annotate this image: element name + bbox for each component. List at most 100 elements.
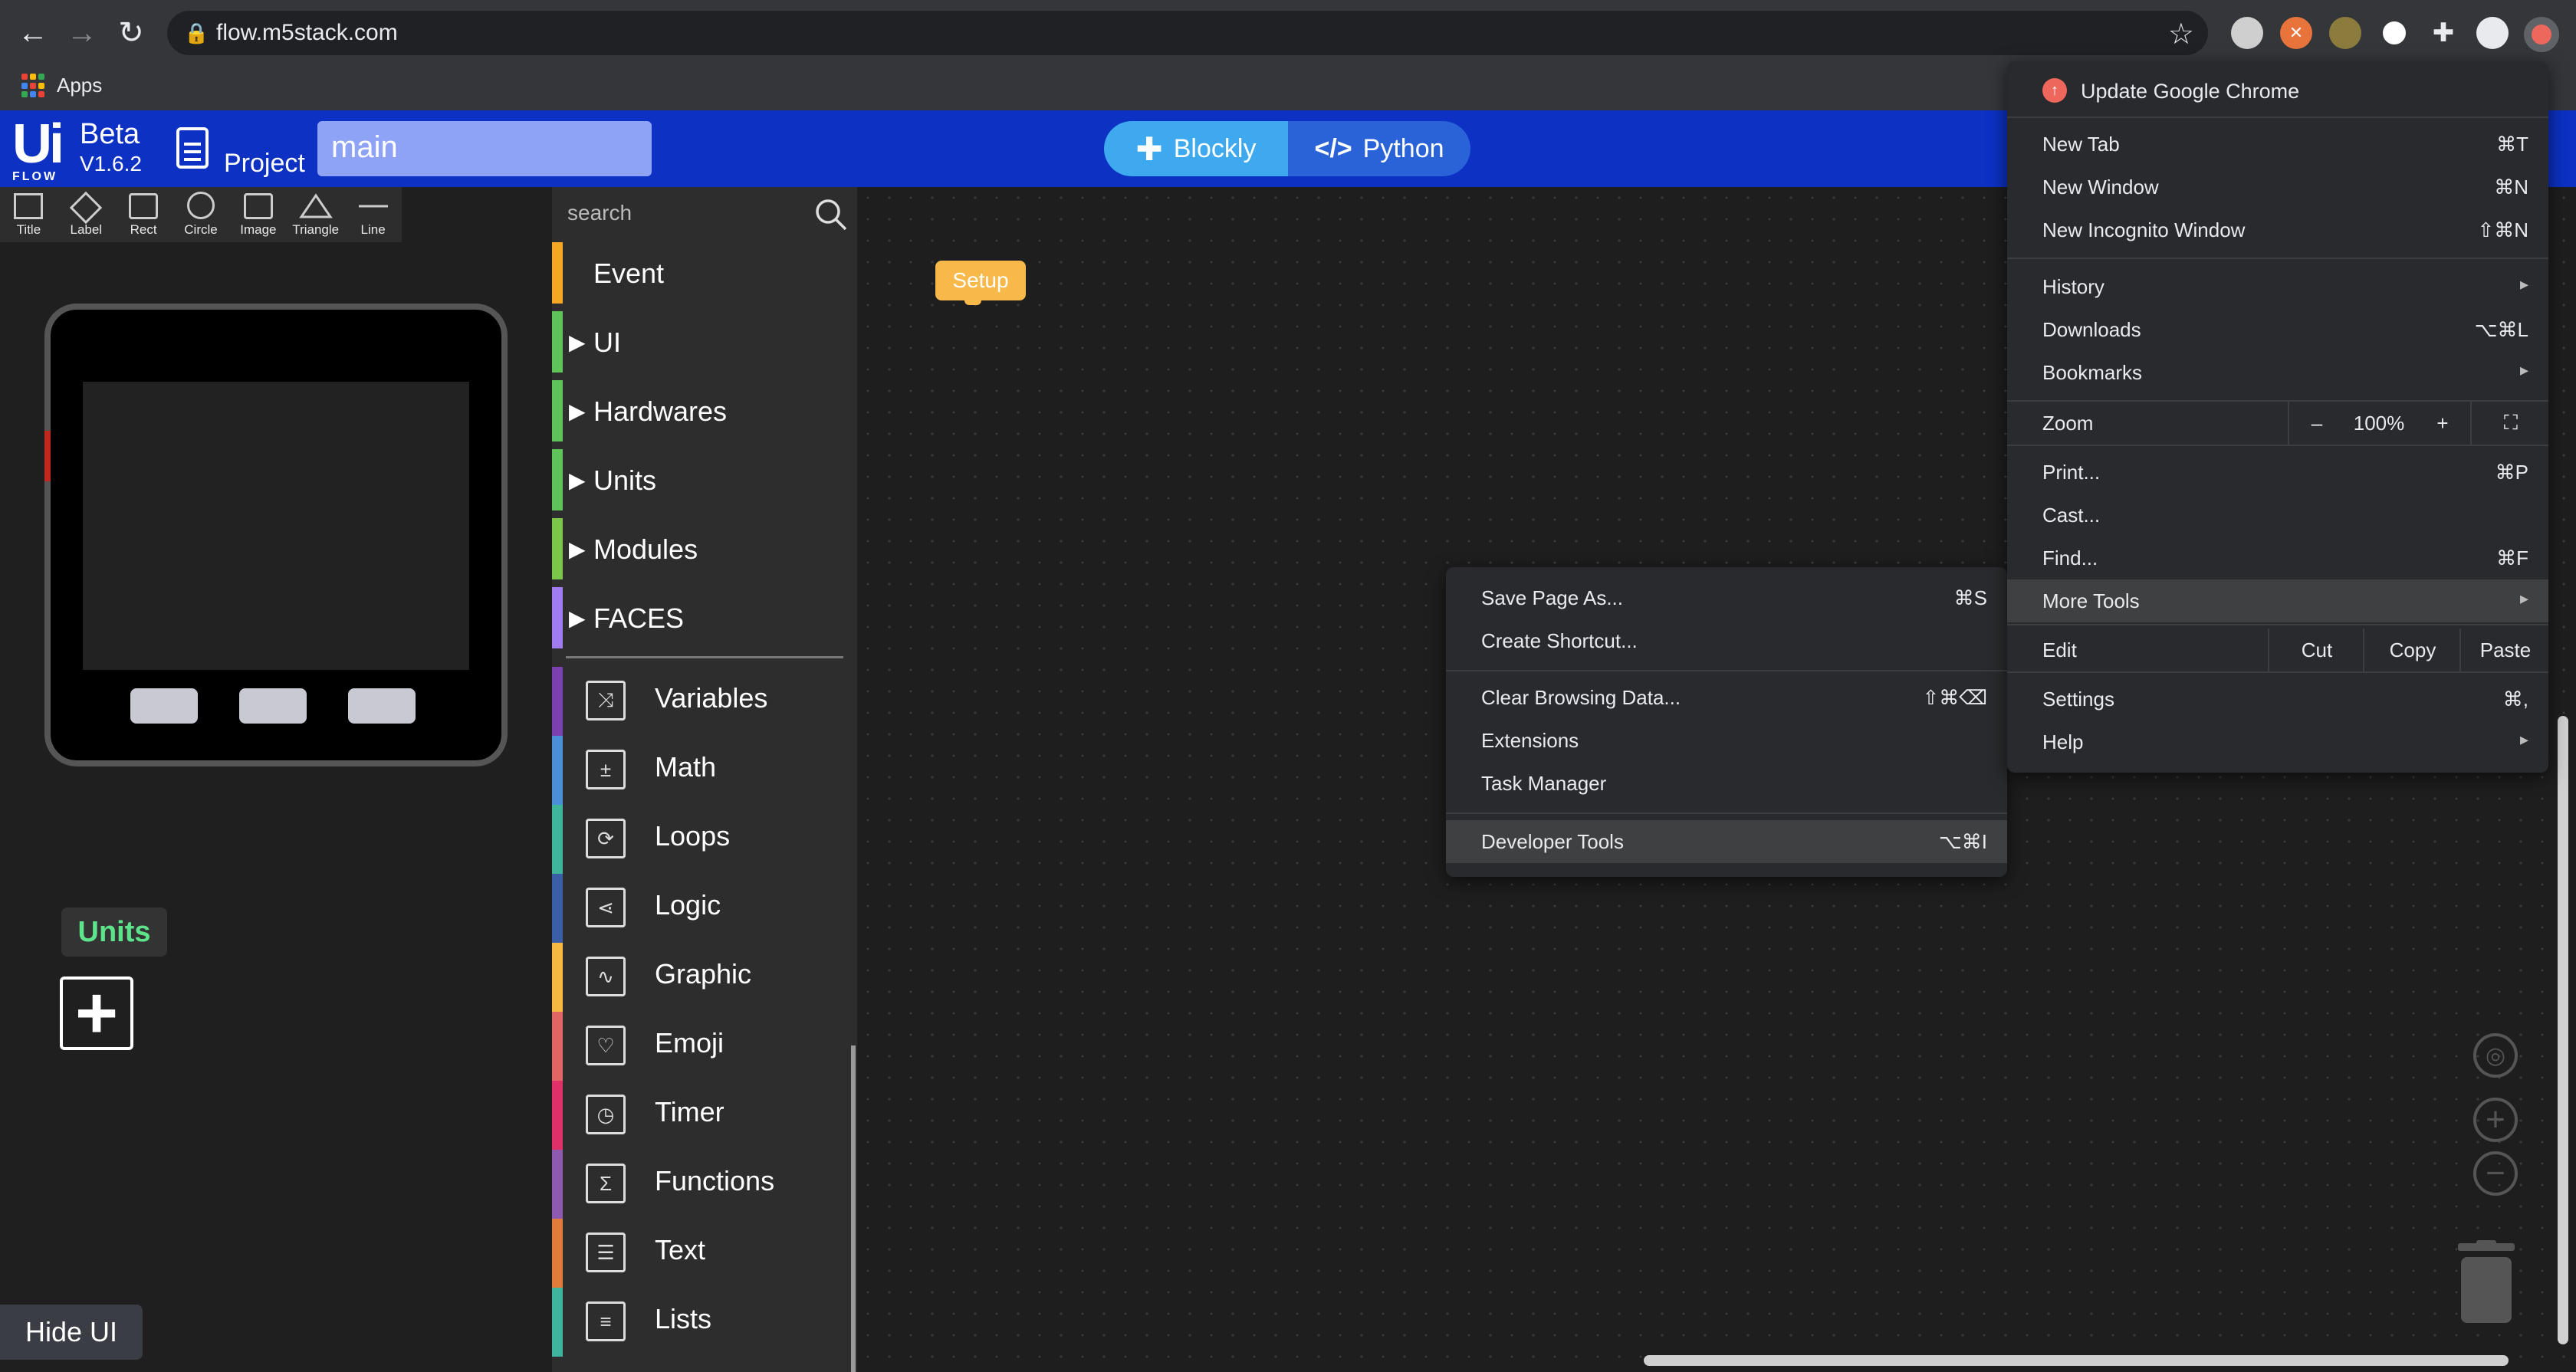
palette-category-variables[interactable]: ⤨ Variables [552, 667, 843, 736]
menu-find[interactable]: Find... ⌘F [2007, 537, 2548, 579]
search-input[interactable]: search [567, 201, 632, 225]
menu-task-manager[interactable]: Task Manager [1446, 762, 2007, 805]
menu-more-tools[interactable]: More Tools ▸ [2007, 579, 2548, 622]
menu-new-window[interactable]: New Window ⌘N [2007, 166, 2548, 208]
hide-ui-button[interactable]: Hide UI [0, 1305, 143, 1360]
device-button-a [130, 688, 198, 724]
python-mode-button[interactable]: </> Python [1288, 121, 1470, 176]
palette-category-modules[interactable]: ▶ Modules [552, 518, 843, 579]
palette-category-timer[interactable]: ◷ Timer [552, 1081, 843, 1150]
clock-icon: ◷ [586, 1095, 626, 1134]
project-name-input[interactable]: main [317, 121, 652, 176]
menu-create-shortcut[interactable]: Create Shortcut... [1446, 619, 2007, 662]
reload-button[interactable]: ↻ [109, 11, 153, 55]
menu-bookmarks[interactable]: Bookmarks ▸ [2007, 351, 2548, 394]
address-bar[interactable]: 🔒 flow.m5stack.com ☆ [167, 11, 2208, 55]
edit-cut-button[interactable]: Cut [2268, 629, 2364, 671]
palette-category-loops[interactable]: ⟳ Loops [552, 805, 843, 874]
tool-triangle[interactable]: Triangle [287, 187, 344, 242]
python-label: Python [1362, 133, 1444, 163]
fullscreen-icon[interactable]: ⛶ [2470, 402, 2550, 445]
tool-rect[interactable]: Rect [115, 187, 172, 242]
palette-category-event[interactable]: Event [552, 242, 843, 304]
chrome-menu-button[interactable] [2524, 17, 2559, 52]
zoom-in-icon[interactable]: + [2473, 1098, 2518, 1142]
menu-update-chrome[interactable]: ↑ Update Google Chrome [2007, 66, 2548, 115]
menu-downloads[interactable]: Downloads ⌥⌘L [2007, 308, 2548, 351]
workspace-v-scrollbar[interactable] [2558, 716, 2568, 1344]
menu-history[interactable]: History ▸ [2007, 265, 2548, 308]
category-label: Event [593, 258, 665, 289]
menu-new-incognito-window[interactable]: New Incognito Window ⇧⌘N [2007, 208, 2548, 251]
zoom-out-button[interactable]: – [2288, 402, 2344, 445]
chevron-right-icon: ▸ [2519, 589, 2528, 608]
menu-print[interactable]: Print... ⌘P [2007, 451, 2548, 494]
palette-category-text[interactable]: ☰ Text [552, 1219, 843, 1288]
palette-category-emoji[interactable]: ♡ Emoji [552, 1012, 843, 1081]
palette-divider [566, 656, 843, 658]
menu-clear-browsing-data[interactable]: Clear Browsing Data... ⇧⌘⌫ [1446, 676, 2007, 719]
project-file-icon[interactable] [176, 127, 209, 169]
menu-save-page-as[interactable]: Save Page As... ⌘S [1446, 576, 2007, 619]
tool-label[interactable]: Label [58, 187, 115, 242]
menu-extensions[interactable]: Extensions [1446, 719, 2007, 762]
menu-settings[interactable]: Settings ⌘, [2007, 678, 2548, 720]
setup-block[interactable]: Setup [935, 261, 1026, 305]
menu-help[interactable]: Help ▸ [2007, 720, 2548, 763]
menu-new-tab[interactable]: New Tab ⌘T [2007, 123, 2548, 166]
palette-category-units[interactable]: ▶ Units [552, 449, 843, 510]
chevron-right-icon: ▸ [2519, 360, 2528, 379]
trash-icon[interactable] [2455, 1240, 2518, 1324]
profile-avatar-icon[interactable] [2476, 17, 2509, 49]
add-unit-button[interactable]: + [60, 976, 133, 1050]
extension-circle-icon[interactable] [2378, 17, 2410, 49]
extensions-puzzle-icon[interactable]: ✚ [2427, 17, 2459, 49]
palette-category-faces[interactable]: ▶ FACES [552, 587, 843, 648]
device-screen[interactable] [83, 382, 469, 670]
forward-button[interactable]: → [60, 11, 104, 55]
expand-arrow-icon: ▶ [569, 468, 586, 492]
category-color-bar [552, 1012, 563, 1081]
category-label: Timer [655, 1096, 724, 1127]
palette-category-functions[interactable]: Σ Functions [552, 1150, 843, 1219]
palette-category-lists[interactable]: ≡ Lists [552, 1288, 843, 1357]
zoom-in-button[interactable]: + [2415, 402, 2470, 445]
category-color-bar [552, 518, 563, 579]
palette-scrollbar[interactable] [851, 1045, 856, 1372]
more-tools-submenu: Save Page As... ⌘S Create Shortcut... Cl… [1446, 567, 2007, 877]
category-color-bar [552, 874, 563, 943]
ui-designer-panel: Title Label Rect Circle Image Triangle L… [0, 187, 552, 1372]
blockly-mode-button[interactable]: ✚ Blockly [1104, 121, 1288, 176]
code-icon: </> [1314, 133, 1352, 163]
edit-copy-button[interactable]: Copy [2363, 629, 2461, 671]
workspace-h-scrollbar[interactable] [1644, 1355, 2509, 1366]
search-icon[interactable] [813, 196, 849, 233]
palette-category-graphic[interactable]: ∿ Graphic [552, 943, 843, 1012]
tool-title[interactable]: Title [0, 187, 58, 242]
edit-paste-button[interactable]: Paste [2459, 629, 2550, 671]
palette-category-math[interactable]: ± Math [552, 736, 843, 805]
bookmark-star-icon[interactable]: ☆ [2168, 17, 2194, 51]
project-button[interactable]: Project [224, 149, 305, 179]
extension-orange-icon[interactable]: ✕ [2280, 17, 2312, 49]
palette-category-logic[interactable]: ⋖ Logic [552, 874, 843, 943]
palette-search[interactable]: search [552, 187, 857, 242]
menu-separator [2007, 671, 2548, 673]
apps-bookmark[interactable]: Apps [57, 74, 102, 97]
extension-hat-icon[interactable] [2329, 17, 2361, 49]
palette-category-hardwares[interactable]: ▶ Hardwares [552, 380, 843, 441]
tool-image[interactable]: Image [229, 187, 287, 242]
apps-grid-icon[interactable] [21, 74, 46, 98]
tool-line[interactable]: Line [344, 187, 402, 242]
tool-circle[interactable]: Circle [172, 187, 230, 242]
tag-icon [70, 191, 103, 225]
recenter-icon[interactable]: ◎ [2473, 1033, 2518, 1078]
back-button[interactable]: ← [11, 11, 55, 55]
menu-developer-tools[interactable]: Developer Tools ⌥⌘I [1446, 820, 2007, 863]
palette-category-ui[interactable]: ▶ UI [552, 311, 843, 373]
menu-cast[interactable]: Cast... [2007, 494, 2548, 537]
zoom-out-icon[interactable]: − [2473, 1151, 2518, 1196]
m5stack-device-preview [44, 304, 508, 766]
extension-globe-icon[interactable] [2231, 17, 2263, 49]
menu-separator [2007, 258, 2548, 259]
